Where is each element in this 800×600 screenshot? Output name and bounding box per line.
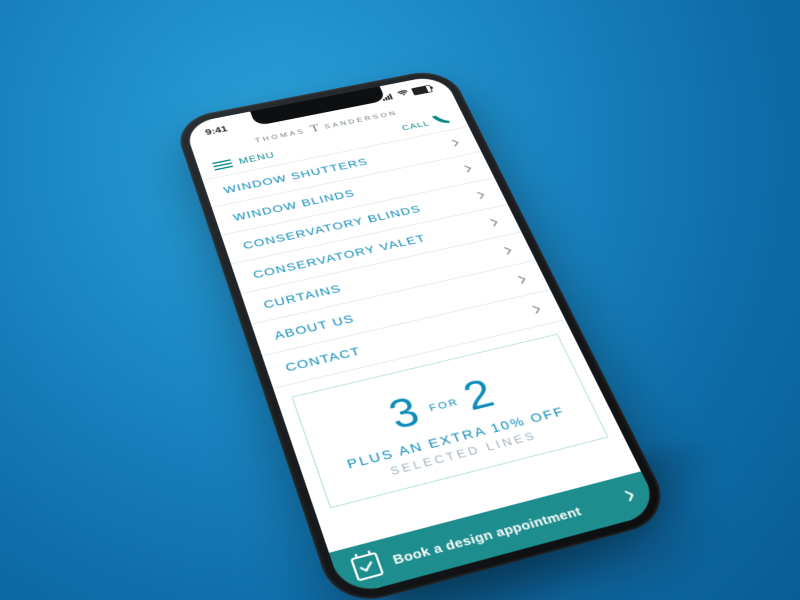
phone-mockup: 9:41 THOMAS T SAN (173, 67, 676, 600)
calendar-check-icon (350, 552, 384, 582)
nav-label: CURTAINS (262, 282, 343, 311)
promo-number-a: 3 (382, 387, 430, 439)
status-time: 9:41 (204, 124, 229, 137)
nav-label: CONTACT (284, 344, 363, 374)
phone-screen: 9:41 THOMAS T SAN (184, 74, 662, 597)
chevron-right-icon (517, 274, 529, 284)
nav-item-contact[interactable]: CONTACT (262, 290, 565, 389)
chevron-right-icon (463, 164, 474, 173)
menu-label: MENU (237, 150, 276, 166)
promo-line2: PLUS AN EXTRA 10% OFF (322, 399, 588, 477)
battery-icon (411, 85, 433, 96)
call-label: CALL (401, 119, 432, 132)
chevron-right-icon (531, 304, 543, 315)
chevron-right-icon (489, 217, 500, 227)
brand-monogram: T (307, 122, 324, 135)
hamburger-icon (211, 157, 233, 172)
phone-body: 9:41 THOMAS T SAN (173, 67, 676, 600)
promo-headline: 3 FOR 2 (305, 351, 580, 458)
promo-number-b: 2 (456, 369, 504, 420)
wifi-icon (396, 89, 412, 100)
phone-icon (431, 112, 453, 128)
chevron-right-icon (451, 138, 462, 147)
chevron-right-icon (503, 245, 514, 255)
promo-banner[interactable]: 3 FOR 2 PLUS AN EXTRA 10% OFF SELECTED L… (291, 334, 608, 509)
nav-label: ABOUT US (272, 312, 356, 342)
chevron-right-icon (624, 489, 639, 505)
chevron-right-icon (476, 190, 487, 199)
stage-background: 9:41 THOMAS T SAN (0, 0, 800, 600)
promo-for: FOR (428, 397, 461, 414)
promo-line3: SELECTED LINES (329, 415, 596, 493)
